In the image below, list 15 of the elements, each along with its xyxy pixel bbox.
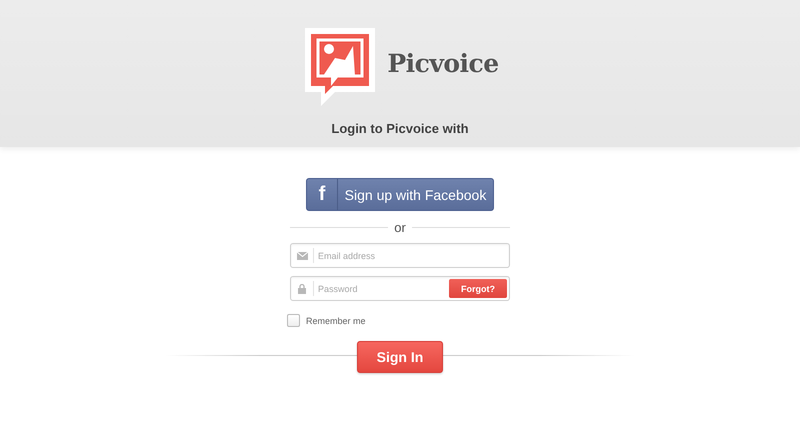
or-separator: or: [394, 220, 406, 235]
password-field[interactable]: Password Forgot?: [290, 276, 510, 301]
login-heading: Login to Picvoice with: [331, 121, 469, 136]
lock-icon: [298, 284, 306, 294]
remember-checkbox[interactable]: [287, 314, 300, 327]
facebook-signup-button[interactable]: f Sign up with Facebook: [306, 178, 494, 211]
email-input[interactable]: Email address: [314, 250, 509, 260]
logo-icon: [305, 28, 376, 106]
sign-in-button[interactable]: Sign In: [357, 341, 443, 373]
brand-name: Picvoice: [387, 48, 499, 78]
remember-label: Remember me: [306, 316, 366, 326]
forgot-button[interactable]: Forgot?: [449, 279, 507, 298]
password-input[interactable]: Password: [314, 284, 449, 294]
email-field[interactable]: Email address: [290, 243, 510, 268]
envelope-icon: [296, 252, 308, 260]
